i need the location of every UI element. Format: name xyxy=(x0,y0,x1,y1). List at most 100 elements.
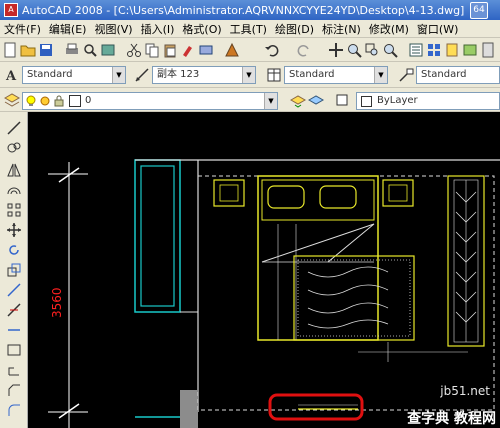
menu-format[interactable]: 格式(O) xyxy=(178,21,225,37)
chevron-down-icon[interactable]: ▼ xyxy=(242,67,255,83)
linetype-value: ByLayer xyxy=(377,95,418,106)
multileader-style-icon[interactable] xyxy=(398,67,414,83)
move-tool-icon[interactable] xyxy=(6,222,22,238)
dimension-style-select[interactable]: 副本 123 ▼ xyxy=(152,66,256,84)
color-control-icon[interactable] xyxy=(334,92,350,108)
offset-tool-icon[interactable] xyxy=(6,182,22,198)
pillow-left xyxy=(267,185,305,209)
save-icon[interactable] xyxy=(38,42,54,58)
floor-plan-drawing xyxy=(48,159,500,428)
copy-icon[interactable] xyxy=(144,42,160,58)
menu-draw[interactable]: 绘图(D) xyxy=(271,21,318,37)
match-properties-icon[interactable] xyxy=(180,42,196,58)
chamfer-tool-icon[interactable] xyxy=(6,382,22,398)
column xyxy=(180,390,198,428)
make-current-layer-icon[interactable] xyxy=(290,92,306,108)
menu-view[interactable]: 视图(V) xyxy=(90,21,136,37)
standard-toolbar xyxy=(0,38,500,62)
styles-toolbar: A Standard ▼ 副本 123 ▼ Standard ▼ Standar… xyxy=(0,62,500,88)
autocad-logo-icon: A xyxy=(4,3,18,17)
multileader-style-value: Standard xyxy=(421,69,467,80)
lightbulb-icon[interactable] xyxy=(25,95,37,107)
table-style-value: Standard xyxy=(289,69,335,80)
menu-dimension[interactable]: 标注(N) xyxy=(318,21,365,37)
bed xyxy=(257,175,379,341)
polyline-tool-icon[interactable] xyxy=(6,140,22,156)
color-select[interactable]: ByLayer xyxy=(356,92,500,110)
layer-manager-icon[interactable] xyxy=(4,92,20,108)
zoom-realtime-icon[interactable] xyxy=(346,42,362,58)
chevron-down-icon[interactable]: ▼ xyxy=(264,93,277,109)
extend-tool-icon[interactable] xyxy=(6,322,22,338)
open-folder-icon[interactable] xyxy=(20,42,36,58)
array-tool-icon[interactable] xyxy=(6,202,22,218)
properties-icon[interactable] xyxy=(408,42,424,58)
menu-modify[interactable]: 修改(M) xyxy=(365,21,413,37)
text-style-icon[interactable]: A xyxy=(4,67,20,83)
layer-value: 0 xyxy=(85,95,92,106)
menu-window[interactable]: 窗口(W) xyxy=(413,21,462,37)
zoom-window-icon[interactable] xyxy=(364,42,380,58)
cut-icon[interactable] xyxy=(126,42,142,58)
block-editor-icon[interactable] xyxy=(198,42,214,58)
menu-insert[interactable]: 插入(I) xyxy=(137,21,179,37)
calculator-icon[interactable] xyxy=(480,42,496,58)
text-style-select[interactable]: Standard ▼ xyxy=(22,66,126,84)
dimension-style-icon[interactable] xyxy=(134,67,150,83)
sheet-set-icon[interactable] xyxy=(462,42,478,58)
trim-tool-icon[interactable] xyxy=(6,302,22,318)
minimize-button[interactable]: 64 xyxy=(470,2,488,19)
chevron-down-icon[interactable]: ▼ xyxy=(112,67,125,83)
zoom-previous-icon[interactable] xyxy=(382,42,398,58)
nightstand-left xyxy=(213,179,245,207)
sun-freeze-icon[interactable] xyxy=(39,95,51,107)
text-style-value: Standard xyxy=(27,69,73,80)
join-tool-icon[interactable] xyxy=(6,362,22,378)
menu-bar: 文件(F) 编辑(E) 视图(V) 插入(I) 格式(O) 工具(T) 绘图(D… xyxy=(0,20,500,38)
layer-previous-icon[interactable] xyxy=(308,92,324,108)
menu-edit[interactable]: 编辑(E) xyxy=(45,21,91,37)
print-icon[interactable] xyxy=(64,42,80,58)
lock-icon[interactable] xyxy=(53,95,65,107)
drawing-canvas[interactable]: 3560 jb51.net 查字典 教程网 xyxy=(28,112,500,428)
window-title: AutoCAD 2008 - [C:\Users\Administrator.A… xyxy=(22,3,465,17)
layer-select[interactable]: 0 ▼ xyxy=(22,92,278,110)
window-frame-inner xyxy=(140,165,175,307)
layer-color-swatch xyxy=(69,95,81,107)
pillow-right xyxy=(319,185,357,209)
title-bar: A AutoCAD 2008 - [C:\Users\Administrator… xyxy=(0,0,500,20)
menu-file[interactable]: 文件(F) xyxy=(0,21,45,37)
room-boundary xyxy=(197,175,495,411)
chevron-down-icon[interactable]: ▼ xyxy=(374,67,387,83)
design-center-grid-icon[interactable] xyxy=(426,42,442,58)
layers-toolbar: 0 ▼ ByLayer xyxy=(0,88,500,112)
rug xyxy=(293,255,415,341)
mirror-tool-icon[interactable] xyxy=(6,162,22,178)
multileader-style-select[interactable]: Standard xyxy=(416,66,500,84)
stretch-tool-icon[interactable] xyxy=(6,282,22,298)
plot-preview-icon[interactable] xyxy=(82,42,98,58)
tool-palettes-icon[interactable] xyxy=(444,42,460,58)
watermark-site: jb51.net xyxy=(440,384,490,398)
menu-tools[interactable]: 工具(T) xyxy=(226,21,271,37)
dimension-style-value: 副本 123 xyxy=(157,69,200,80)
table-style-select[interactable]: Standard ▼ xyxy=(284,66,388,84)
color-swatch xyxy=(361,96,372,107)
highlight-annotation xyxy=(268,393,364,421)
publish-icon[interactable] xyxy=(100,42,116,58)
draw-toolbar xyxy=(0,112,28,428)
pan-icon[interactable] xyxy=(328,42,344,58)
line-tool-icon[interactable] xyxy=(6,120,22,136)
rotate-tool-icon[interactable] xyxy=(6,242,22,258)
break-tool-icon[interactable] xyxy=(6,342,22,358)
table-style-icon[interactable] xyxy=(266,67,282,83)
fillet-tool-icon[interactable] xyxy=(6,402,22,418)
dimension-text: 3560 xyxy=(50,287,64,318)
watermark-text: 查字典 教程网 xyxy=(407,411,496,427)
paste-icon[interactable] xyxy=(162,42,178,58)
scale-tool-icon[interactable] xyxy=(6,262,22,278)
new-file-icon[interactable] xyxy=(2,42,18,58)
undo-icon[interactable] xyxy=(264,42,280,58)
redo-icon[interactable] xyxy=(296,42,312,58)
design-center-icon[interactable] xyxy=(224,42,240,58)
